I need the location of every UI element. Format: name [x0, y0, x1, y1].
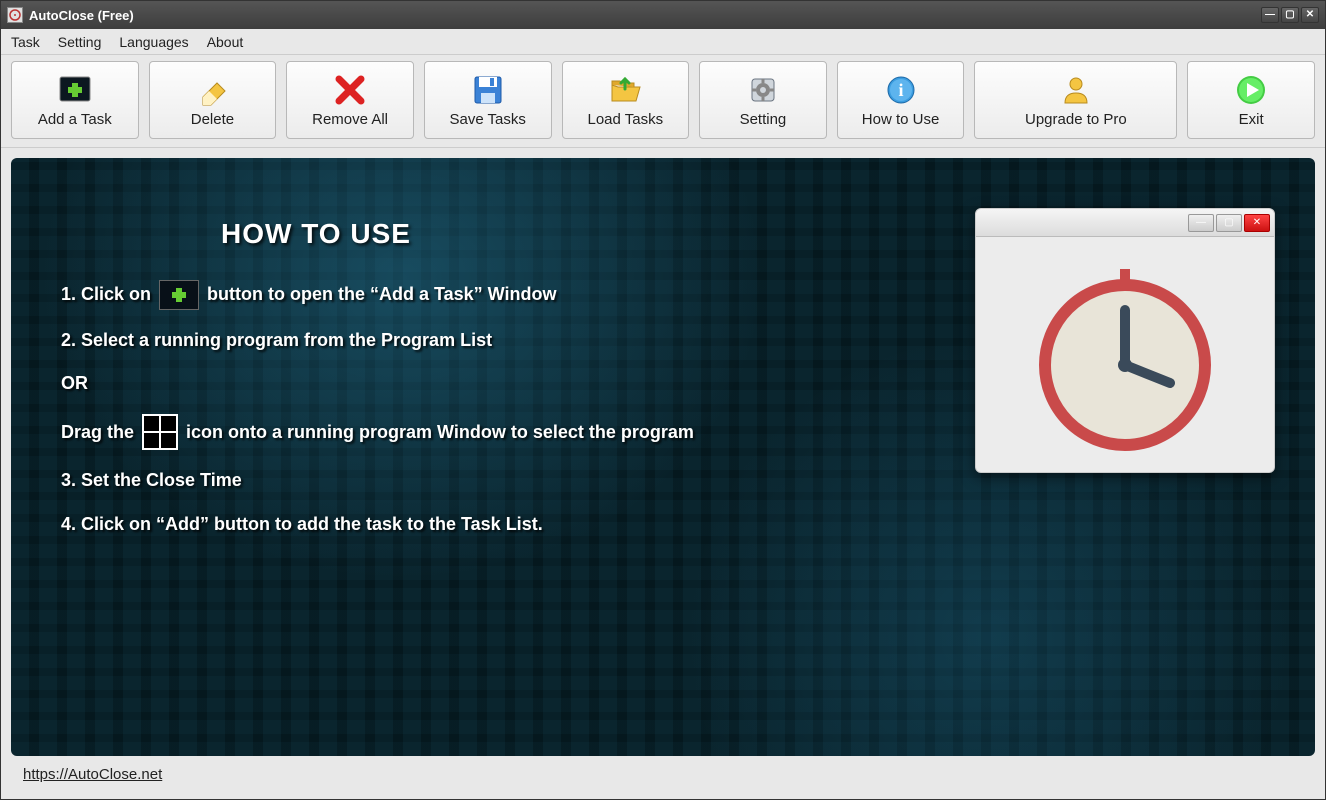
howto-panel: HOW TO USE 1. Click on button to open th…: [11, 158, 1315, 756]
step-text: icon onto a running program Window to se…: [186, 420, 694, 445]
button-label: Save Tasks: [449, 111, 525, 128]
eraser-icon: [195, 73, 229, 107]
add-task-inline-icon: [159, 280, 199, 310]
crosshair-icon: [142, 414, 178, 450]
button-label: Exit: [1239, 111, 1264, 128]
menu-about[interactable]: About: [207, 34, 244, 50]
button-label: Load Tasks: [588, 111, 664, 128]
button-label: Upgrade to Pro: [1025, 111, 1127, 128]
close-button[interactable]: ✕: [1301, 7, 1319, 23]
menu-languages[interactable]: Languages: [119, 34, 188, 50]
setting-button[interactable]: Setting: [699, 61, 827, 139]
button-label: Delete: [191, 111, 234, 128]
app-window: AutoClose (Free) ― ▢ ✕ Task Setting Lang…: [0, 0, 1326, 800]
content-area: HOW TO USE 1. Click on button to open th…: [1, 148, 1325, 799]
titlebar: AutoClose (Free) ― ▢ ✕: [1, 1, 1325, 29]
upgrade-button[interactable]: Upgrade to Pro: [974, 61, 1177, 139]
gear-icon: [746, 73, 780, 107]
illus-close-icon: ✕: [1244, 214, 1270, 232]
illus-maximize-icon: ▢: [1216, 214, 1242, 232]
button-label: Remove All: [312, 111, 388, 128]
svg-text:i: i: [898, 80, 903, 100]
step-4: 4. Click on “Add” button to add the task…: [61, 512, 1265, 537]
app-icon: [7, 7, 23, 23]
folder-open-icon: [608, 73, 642, 107]
floppy-icon: [471, 73, 505, 107]
window-title: AutoClose (Free): [29, 8, 134, 23]
x-icon: [333, 73, 367, 107]
footer: https://AutoClose.net: [11, 756, 1315, 789]
illus-minimize-icon: ―: [1188, 214, 1214, 232]
menu-setting[interactable]: Setting: [58, 34, 102, 50]
toolbar: Add a Task Delete Remove All Save Tasks …: [1, 55, 1325, 148]
clock-illustration: ― ▢ ✕: [975, 208, 1275, 473]
add-task-button[interactable]: Add a Task: [11, 61, 139, 139]
info-icon: i: [884, 73, 918, 107]
website-link[interactable]: https://AutoClose.net: [23, 766, 162, 783]
play-green-icon: [1234, 73, 1268, 107]
menu-task[interactable]: Task: [11, 34, 40, 50]
minimize-button[interactable]: ―: [1261, 7, 1279, 23]
exit-button[interactable]: Exit: [1187, 61, 1315, 139]
clock-icon: [1025, 255, 1225, 455]
how-to-use-button[interactable]: i How to Use: [837, 61, 965, 139]
maximize-button[interactable]: ▢: [1281, 7, 1299, 23]
step-text: button to open the “Add a Task” Window: [207, 282, 556, 307]
button-label: Setting: [740, 111, 787, 128]
button-label: Add a Task: [38, 111, 112, 128]
step-text: Drag the: [61, 420, 134, 445]
menubar: Task Setting Languages About: [1, 29, 1325, 55]
step-text: 1. Click on: [61, 282, 151, 307]
user-gold-icon: [1059, 73, 1093, 107]
load-tasks-button[interactable]: Load Tasks: [562, 61, 690, 139]
delete-button[interactable]: Delete: [149, 61, 277, 139]
remove-all-button[interactable]: Remove All: [286, 61, 414, 139]
button-label: How to Use: [862, 111, 940, 128]
add-icon: [58, 73, 92, 107]
save-tasks-button[interactable]: Save Tasks: [424, 61, 552, 139]
